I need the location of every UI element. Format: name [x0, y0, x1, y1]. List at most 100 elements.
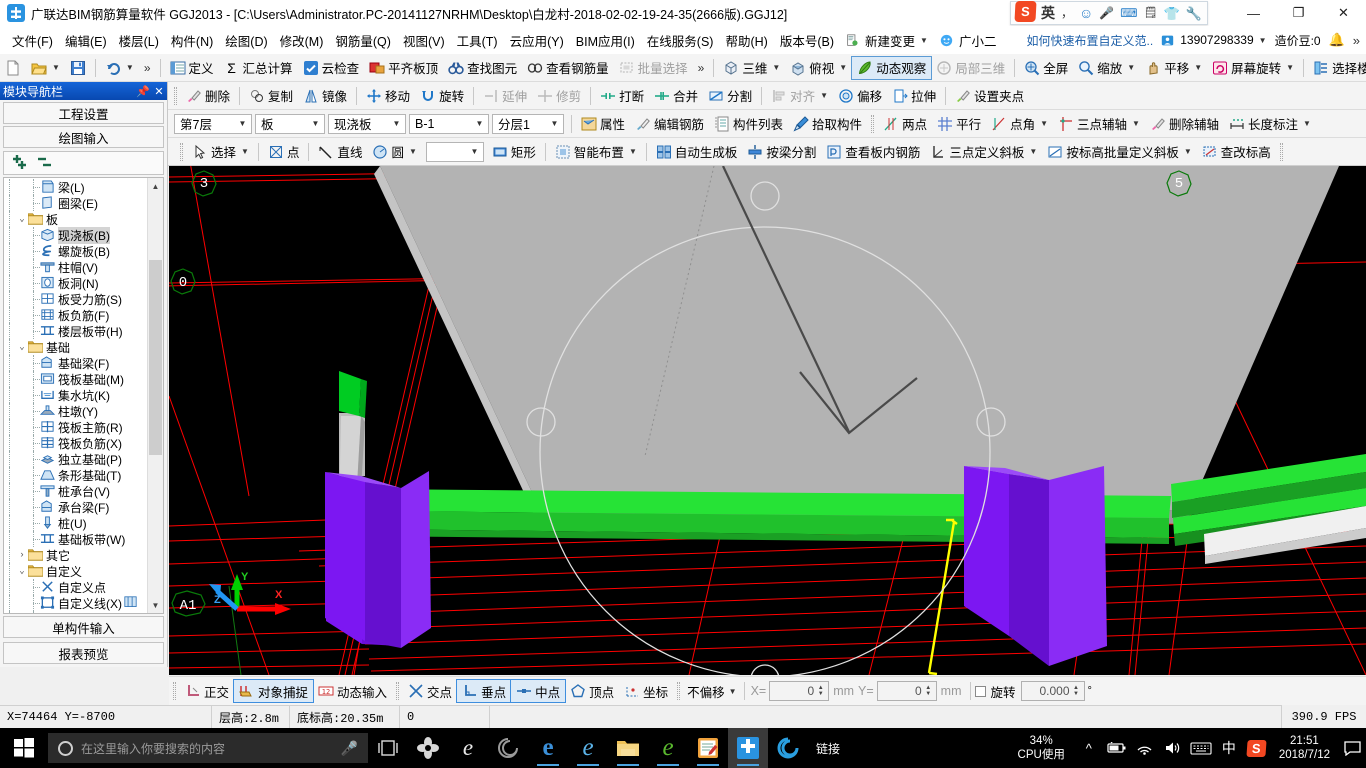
tree-item-桩u[interactable]: 桩(U): [4, 515, 147, 531]
define-button[interactable]: 定义: [165, 57, 219, 79]
tree-item-圈梁e[interactable]: 圈梁(E): [4, 195, 147, 211]
offset-mode-caret-icon[interactable]: ▼: [729, 687, 737, 696]
move-button[interactable]: 移动: [361, 85, 415, 107]
tree-item-楼层板带h[interactable]: 楼层板带(H): [4, 323, 147, 339]
intersection-snap-toggle[interactable]: 交点: [403, 680, 457, 702]
type-combo[interactable]: 现浇板 ▼: [328, 113, 406, 134]
tree-item-柱墩y[interactable]: 柱墩(Y): [4, 403, 147, 419]
tree-toggle-icon[interactable]: ›: [16, 550, 28, 560]
tree-item-板负筋f[interactable]: 板负筋(F): [4, 307, 147, 323]
view-slab-rebar-button[interactable]: 查看板内钢筋: [821, 141, 925, 163]
report-preview-button[interactable]: 报表预览: [3, 642, 164, 664]
rotate-checkbox[interactable]: [974, 685, 986, 697]
parallel-button[interactable]: 平行: [932, 113, 986, 135]
ortho-toggle[interactable]: 正交: [180, 680, 234, 702]
copy-button[interactable]: 复制: [244, 85, 298, 107]
y-offset-input[interactable]: 0 ▲ ▼: [876, 681, 937, 701]
length-dim-button[interactable]: 长度标注 ▼: [1224, 113, 1316, 135]
3d-viewport[interactable]: 3 0 5 A1 X Y Z: [169, 166, 1366, 675]
view-rebar-qty-button[interactable]: 查看钢筋量: [522, 57, 614, 79]
tree-item-基础梁f[interactable]: 基础梁(F): [4, 355, 147, 371]
toolbar-grip[interactable]: [180, 142, 183, 161]
zoom-caret-icon[interactable]: ▼: [1127, 63, 1135, 72]
keyboard-icon[interactable]: [1187, 741, 1215, 755]
ime-settings-icon[interactable]: 🔧: [1185, 7, 1203, 20]
tree-toggle-icon[interactable]: ⌄: [16, 566, 28, 576]
pan-button[interactable]: 平移 ▼: [1140, 57, 1207, 79]
object-snap-toggle[interactable]: 对象捕捉: [233, 679, 315, 703]
taskbar-app-notepad[interactable]: [688, 728, 728, 768]
battery-icon[interactable]: [1103, 742, 1131, 754]
microphone-icon[interactable]: 🎤: [341, 740, 358, 757]
tree-item-筏板主筋r[interactable]: 筏板主筋(R): [4, 419, 147, 435]
tree-toggle-icon[interactable]: ⌄: [16, 342, 28, 352]
ime-mode-button[interactable]: 英: [1040, 6, 1056, 20]
scroll-up-icon[interactable]: ▲: [148, 178, 163, 194]
search-box[interactable]: 在这里输入你要搜索的内容 🎤: [48, 733, 368, 763]
break-button[interactable]: 打断: [595, 85, 649, 107]
rotate-spinner[interactable]: ▲ ▼: [1071, 685, 1082, 697]
taskbar-app-spiral-blue[interactable]: [768, 728, 808, 768]
x-offset-spinner[interactable]: ▲ ▼: [815, 685, 826, 697]
point-tool-button[interactable]: 点: [263, 141, 305, 163]
viewport-canvas[interactable]: 3 0 5 A1 X Y Z: [169, 166, 1366, 675]
tree-item-柱帽v[interactable]: 柱帽(V): [4, 259, 147, 275]
vertex-snap-toggle[interactable]: 顶点: [565, 680, 619, 702]
ime-toolbar[interactable]: S 英 ， ☺ 🎤 ⌨ 🗒 👕 🔧: [1010, 1, 1208, 25]
ime-voice-icon[interactable]: 🎤: [1098, 7, 1115, 19]
fullscreen-button[interactable]: 全屏: [1019, 57, 1073, 79]
tree-item-自定义面[interactable]: 自定义面: [4, 611, 147, 613]
wifi-icon[interactable]: [1131, 741, 1159, 755]
offset-button[interactable]: 偏移: [833, 85, 887, 107]
properties-button[interactable]: 属性: [576, 113, 630, 135]
cloud-check-button[interactable]: 云检查: [298, 57, 365, 79]
select-tool-button[interactable]: 选择 ▼: [187, 141, 254, 163]
tree-item-自定义线x[interactable]: 自定义线(X): [4, 595, 147, 611]
statusbar-grip[interactable]: [173, 682, 176, 700]
menu-tools[interactable]: 工具(T): [451, 28, 504, 53]
account-button[interactable]: 13907298339 ▼: [1161, 33, 1267, 47]
drawing-input-button[interactable]: 绘图输入: [3, 126, 164, 148]
taskbar-clock[interactable]: 21:51 2018/7/12: [1271, 734, 1338, 762]
split-button[interactable]: 分割: [703, 85, 757, 107]
auto-slab-button[interactable]: 自动生成板: [651, 141, 743, 163]
menu-online[interactable]: 在线服务(S): [641, 28, 720, 53]
extend-button[interactable]: 延伸: [478, 85, 532, 107]
save-file-button[interactable]: [65, 57, 91, 79]
batch-select-button[interactable]: 批量选择: [614, 57, 693, 79]
three-point-axis-button[interactable]: 三点辅轴 ▼: [1053, 113, 1145, 135]
open-file-button[interactable]: ▼: [26, 57, 65, 79]
tree-item-其它[interactable]: › 其它: [4, 547, 147, 563]
tree-item-基础[interactable]: ⌄ 基础: [4, 339, 147, 355]
taskbar-app-edge[interactable]: e: [528, 728, 568, 768]
stretch-button[interactable]: 拉伸: [887, 85, 941, 107]
offset-mode-combo[interactable]: 不偏移 ▼: [684, 682, 739, 701]
menu-rebar[interactable]: 钢筋量(Q): [329, 28, 397, 53]
mirror-button[interactable]: 镜像: [298, 85, 352, 107]
menu-view[interactable]: 视图(V): [397, 28, 451, 53]
menu-overflow-icon[interactable]: »: [1353, 33, 1360, 48]
member-list-button[interactable]: 构件列表: [709, 113, 788, 135]
menu-bim[interactable]: BIM应用(I): [570, 28, 641, 53]
toolbar-grip[interactable]: [871, 114, 875, 133]
category-combo[interactable]: 板 ▼: [255, 113, 325, 134]
summary-calc-button[interactable]: Σ 汇总计算: [219, 57, 298, 79]
taskbar-app-e-white[interactable]: e: [448, 728, 488, 768]
account-caret-icon[interactable]: ▼: [1259, 36, 1267, 45]
delete-axis-button[interactable]: 删除辅轴: [1145, 113, 1224, 135]
project-settings-button[interactable]: 工程设置: [3, 102, 164, 124]
ime-punctuation-icon[interactable]: ，: [1060, 7, 1074, 19]
edit-rebar-button[interactable]: 编辑钢筋: [630, 113, 709, 135]
notification-bell-icon[interactable]: 🔔: [1329, 32, 1345, 48]
toolbar-grip[interactable]: [174, 86, 177, 105]
select-floor-button[interactable]: 选择楼层: [1308, 57, 1366, 79]
merge-button[interactable]: 合并: [649, 85, 703, 107]
member-combo-arrow-icon[interactable]: ▼: [473, 119, 486, 128]
x-offset-input[interactable]: 0 ▲ ▼: [769, 681, 830, 701]
coordinate-snap-toggle[interactable]: 坐标: [619, 680, 673, 702]
batch-slope-caret-icon[interactable]: ▼: [1184, 147, 1192, 156]
select-tool-caret-icon[interactable]: ▼: [241, 147, 249, 156]
tree-toggle-icon[interactable]: ⌄: [16, 214, 28, 224]
tree-item-现浇板b[interactable]: 现浇板(B): [4, 226, 147, 244]
y-offset-spinner[interactable]: ▲ ▼: [923, 685, 934, 697]
